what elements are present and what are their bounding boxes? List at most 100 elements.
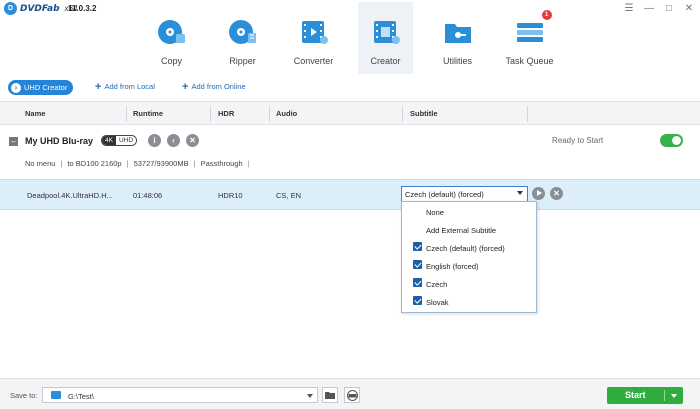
col-subtitle[interactable]: Subtitle: [410, 109, 438, 118]
source-toolbar: › UHD Creator + Add from Local + Add fro…: [0, 78, 700, 98]
subtitle-option-none[interactable]: None: [402, 203, 536, 221]
converter-film-icon: [298, 16, 330, 48]
remove-icon[interactable]: ✕: [186, 134, 199, 147]
subtitle-select[interactable]: Czech (default) (forced): [401, 186, 528, 202]
start-button[interactable]: Start: [607, 387, 683, 404]
col-divider: [126, 106, 127, 122]
title-audio[interactable]: CS, EN: [276, 191, 301, 200]
option-label: None: [426, 208, 444, 217]
subtitle-option-czech-default-forced[interactable]: Czech (default) (forced): [402, 239, 536, 257]
chevron-down-icon: [307, 394, 313, 398]
iso-disc-icon: [346, 389, 358, 401]
column-header: Name Runtime HDR Audio Subtitle: [0, 101, 700, 125]
subtitle-option-english-forced[interactable]: English (forced): [402, 257, 536, 275]
uhd-creator-mode-button[interactable]: › UHD Creator: [8, 80, 74, 95]
module-label: Utilities: [442, 56, 472, 66]
checkbox-checked-icon[interactable]: [413, 278, 422, 287]
subtitle-selected-value: Czech (default) (forced): [405, 190, 484, 199]
disc-title[interactable]: My UHD Blu-ray: [25, 136, 93, 146]
module-ripper[interactable]: Ripper: [215, 2, 270, 74]
copy-disc-icon: [156, 16, 188, 48]
subtitle-option-add-external[interactable]: Add External Subtitle: [402, 221, 536, 239]
arrow-right-icon: ›: [11, 82, 21, 93]
info-separator: |: [60, 159, 63, 168]
folder-open-icon: [325, 392, 335, 399]
module-label: Task Queue: [505, 56, 554, 66]
add-local-label: Add from Local: [104, 82, 155, 91]
col-audio[interactable]: Audio: [276, 109, 297, 118]
start-label: Start: [625, 390, 646, 400]
add-from-local-button[interactable]: + Add from Local: [95, 80, 155, 93]
status-text: Ready to Start: [552, 136, 604, 145]
tag-uhd: UHD: [115, 136, 137, 145]
mode-label: UHD Creator: [24, 83, 68, 92]
add-online-label: Add from Online: [191, 82, 246, 91]
col-hdr[interactable]: HDR: [218, 109, 234, 118]
info-separator: |: [126, 159, 129, 168]
disc-info: No menu | to BD100 2160p | 53727/93900MB…: [25, 159, 250, 168]
title-hdr: HDR10: [218, 191, 243, 200]
back-icon[interactable]: ‹: [167, 134, 180, 147]
output-path-value: G:\Test\: [68, 392, 94, 401]
utilities-folder-icon: [442, 16, 474, 48]
plus-icon: +: [182, 80, 189, 93]
col-divider: [402, 106, 403, 122]
task-queue-icon: 1: [514, 10, 552, 48]
menu-setting[interactable]: No menu: [25, 159, 55, 168]
option-label: Czech (default) (forced): [426, 244, 505, 253]
disc-enable-toggle[interactable]: [660, 134, 683, 147]
title-name: Deadpool.4K.UltraHD.H...: [27, 191, 113, 200]
output-path-combobox[interactable]: G:\Test\: [42, 387, 318, 403]
option-label: Slovak: [426, 298, 449, 307]
col-name[interactable]: Name: [25, 109, 45, 118]
disc-row: – My UHD Blu-ray 4K UHD i ‹ ✕ Ready to S…: [0, 126, 700, 176]
tag-4k: 4K: [102, 136, 116, 145]
title-runtime: 01:48:06: [133, 191, 163, 200]
task-count-badge: 1: [541, 10, 552, 20]
option-label: Czech: [426, 280, 448, 289]
checkbox-checked-icon[interactable]: [413, 296, 422, 305]
output-setting[interactable]: to BD100 2160p: [67, 159, 121, 168]
module-bar: Copy Ripper Converter Creator Utilities …: [0, 0, 700, 76]
creator-film-icon: [370, 16, 402, 48]
start-divider: [664, 390, 665, 401]
play-preview-icon[interactable]: [532, 187, 545, 200]
option-label: English (forced): [426, 262, 479, 271]
folder-icon: [51, 391, 61, 399]
info-separator: |: [193, 159, 196, 168]
module-label: Creator: [370, 56, 401, 66]
col-divider: [527, 106, 528, 122]
browse-folder-button[interactable]: [322, 387, 338, 403]
save-to-label: Save to:: [10, 391, 38, 400]
module-label: Ripper: [229, 56, 256, 66]
module-label: Converter: [293, 56, 334, 66]
subtitle-option-slovak[interactable]: Slovak: [402, 293, 536, 311]
add-from-online-button[interactable]: + Add from Online: [182, 80, 246, 93]
info-icon[interactable]: i: [148, 134, 161, 147]
iso-output-button[interactable]: [344, 387, 360, 403]
size-setting: 53727/93900MB: [133, 159, 189, 168]
subtitle-option-czech[interactable]: Czech: [402, 275, 536, 293]
checkbox-checked-icon[interactable]: [413, 260, 422, 269]
module-label: Copy: [160, 56, 182, 66]
module-task-queue[interactable]: 1 Task Queue: [502, 2, 557, 74]
ripper-disc-icon: [227, 16, 259, 48]
module-copy[interactable]: Copy: [144, 2, 199, 74]
checkbox-checked-icon[interactable]: [413, 242, 422, 251]
audio-mode-setting[interactable]: Passthrough: [201, 159, 243, 168]
plus-icon: +: [95, 80, 102, 93]
chevron-down-icon: [517, 191, 523, 195]
bottom-bar: Save to: G:\Test\ Start: [0, 378, 700, 409]
module-utilities[interactable]: Utilities: [430, 2, 485, 74]
subtitle-dropdown: None Add External Subtitle Czech (defaul…: [401, 201, 537, 313]
col-divider: [210, 106, 211, 122]
uhd-tag: 4K UHD: [101, 135, 138, 146]
module-creator[interactable]: Creator: [358, 2, 413, 74]
collapse-icon[interactable]: –: [9, 137, 18, 146]
info-separator: |: [247, 159, 250, 168]
module-converter[interactable]: Converter: [286, 2, 341, 74]
col-runtime[interactable]: Runtime: [133, 109, 163, 118]
table-row[interactable]: Deadpool.4K.UltraHD.H... 01:48:06 HDR10 …: [0, 179, 700, 210]
start-options-chevron-icon[interactable]: [671, 394, 677, 398]
remove-title-icon[interactable]: ✕: [550, 187, 563, 200]
